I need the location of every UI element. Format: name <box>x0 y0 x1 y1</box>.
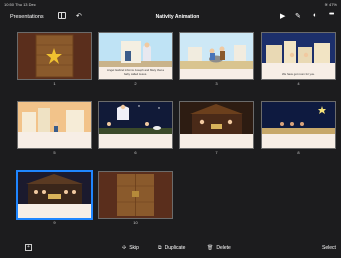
document-title: Nativity Animation <box>155 14 200 20</box>
toolbar: Presentations ↶ Nativity Animation ▶ ✎ ◐… <box>0 9 341 26</box>
more-icon[interactable]: ••• <box>329 11 334 18</box>
slide-thumbnail[interactable]: 10 <box>99 172 172 226</box>
undo-icon[interactable]: ↶ <box>76 12 82 20</box>
sidebar-icon[interactable] <box>58 12 66 19</box>
status-battery: ≋ 47% <box>324 2 338 7</box>
slide-image <box>99 172 172 218</box>
slide-image: Angel Gabriel informs Joseph and Mary th… <box>99 33 172 79</box>
slide-number: 2 <box>134 81 137 86</box>
presentations-button[interactable]: Presentations <box>10 14 44 20</box>
add-slide-icon[interactable]: + <box>25 244 32 251</box>
keynote-screen: 10:50 Thu 13 Dec ≋ 47% Presentations ↶ N… <box>0 0 341 258</box>
wise-men-scene-drawing <box>262 102 335 134</box>
slide-thumbnail[interactable]: We have got room for you. 4 <box>262 33 335 87</box>
slide-number: 6 <box>134 150 137 155</box>
bottom-bar: + ✣ Skip ⧉ Duplicate 🗑 Delete Select <box>0 239 341 258</box>
manger-scene-drawing <box>180 102 253 134</box>
slide-thumbnail[interactable]: 7 <box>180 102 253 156</box>
slide-thumbnail[interactable]: 3 <box>180 33 253 87</box>
slide-image: We have got room for you. <box>262 33 335 79</box>
slide-number: 5 <box>53 150 56 155</box>
journey-scene-drawing <box>180 33 253 69</box>
slide-image <box>18 172 91 218</box>
slide-number: 10 <box>133 220 138 225</box>
status-bar: 10:50 Thu 13 Dec ≋ 47% <box>0 0 341 9</box>
duplicate-icon: ⧉ <box>158 245 162 251</box>
delete-button[interactable]: 🗑 Delete <box>207 245 231 251</box>
slide-image <box>180 102 253 148</box>
slide-caption: We have got room for you. <box>282 71 315 76</box>
slide-thumbnail[interactable]: Angel Gabriel informs Joseph and Mary th… <box>99 33 172 87</box>
stable-door-drawing <box>18 33 91 79</box>
status-time: 10:50 Thu 13 Dec <box>4 2 36 7</box>
nativity-final-scene-drawing <box>18 172 91 204</box>
slide-number: 7 <box>215 150 218 155</box>
slide-image <box>18 33 91 79</box>
slide-image <box>262 102 335 148</box>
slide-number: 8 <box>297 150 300 155</box>
slide-number: 3 <box>215 81 218 86</box>
annotate-icon[interactable]: ✎ <box>295 12 301 20</box>
slide-image <box>18 102 91 148</box>
skip-icon: ✣ <box>122 245 127 251</box>
slide-thumbnail[interactable]: 1 <box>18 33 91 87</box>
slide-number: 9 <box>53 220 56 225</box>
slide-image <box>99 102 172 148</box>
closed-door-drawing <box>99 172 172 218</box>
wifi-icon: ≋ <box>324 2 328 7</box>
slide-thumbnail-selected[interactable]: 9 <box>18 172 91 226</box>
town-scene-drawing <box>18 102 91 132</box>
slide-number: 4 <box>297 81 300 86</box>
slide-thumbnail[interactable]: 6 <box>99 102 172 156</box>
slide-thumbnail[interactable]: 8 <box>262 102 335 156</box>
shepherds-scene-drawing <box>99 102 172 134</box>
slide-number: 1 <box>53 81 56 86</box>
slide-caption: Angel Gabriel informs Joseph and Mary th… <box>107 68 164 76</box>
play-icon[interactable]: ▶ <box>280 12 285 20</box>
duplicate-button[interactable]: ⧉ Duplicate <box>158 245 185 251</box>
select-button[interactable]: Select <box>322 245 336 251</box>
slide-thumbnail[interactable]: 5 <box>18 102 91 156</box>
trash-icon: 🗑 <box>207 245 214 251</box>
skip-button[interactable]: ✣ Skip <box>122 245 139 251</box>
slide-image <box>180 33 253 79</box>
format-brush-icon[interactable]: ◐ <box>313 12 317 19</box>
